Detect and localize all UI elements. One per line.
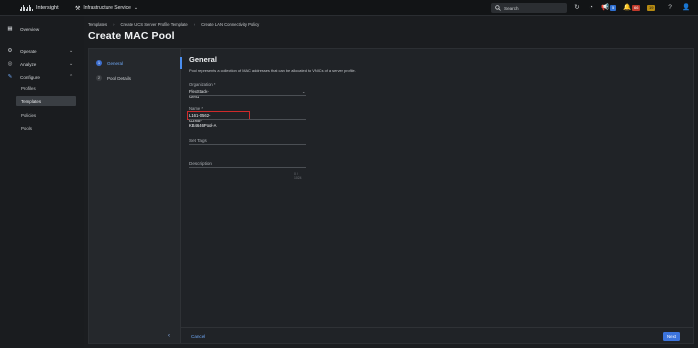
operate-icon: ⚙ (7, 48, 13, 54)
step-label: Pool Details (107, 75, 132, 81)
nav-overview[interactable]: ▦ Overview (0, 24, 84, 34)
section-title: General (189, 55, 217, 64)
nav-overview-label: Overview (20, 26, 40, 32)
step-pool-details[interactable]: 2 Pool Details (96, 74, 131, 82)
step-label: General (107, 60, 124, 66)
section-description: Pool represents a collection of MAC addr… (189, 68, 356, 73)
help-icon[interactable]: ? (666, 4, 674, 12)
next-button[interactable]: Next (663, 332, 680, 341)
step-number: 2 (96, 75, 102, 81)
wizard-panel: 1 General 2 Pool Details ‹ General Pool … (88, 48, 694, 344)
bell-icon[interactable]: 🔔 (623, 4, 631, 12)
chevron-left-icon[interactable]: ‹ (168, 333, 170, 339)
page-title: Create MAC Pool (88, 30, 175, 42)
left-nav: ▦ Overview ⚙ Operate ⌄ ◎ Analyze ⌄ ✎ Con… (0, 16, 84, 348)
nav-operate[interactable]: ⚙ Operate ⌄ (0, 46, 84, 56)
service-selector[interactable]: ⚒ Infrastructure Service ⌄ (75, 3, 138, 13)
nav-configure[interactable]: ✎ Configure ⌃ (0, 72, 84, 82)
nav-analyze-label: Analyze (20, 61, 37, 67)
description-underline (189, 167, 306, 168)
breadcrumb-separator: › (193, 22, 196, 27)
refresh-icon[interactable]: ↻ (573, 4, 581, 12)
breadcrumb-lan-connectivity[interactable]: Create LAN Connectivity Policy (201, 22, 259, 27)
organization-label: Organization * (189, 82, 216, 87)
step-number: 1 (96, 60, 102, 66)
nav-pools[interactable]: Pools (16, 123, 76, 133)
footer-divider (181, 327, 693, 328)
chevron-up-icon: ⌃ (69, 74, 74, 80)
description-counter: 0 / 1024 (294, 172, 302, 180)
nav-analyze[interactable]: ◎ Analyze ⌄ (0, 59, 84, 69)
search-icon (495, 5, 501, 11)
warning-alarm-badge[interactable]: 19 (647, 5, 656, 11)
user-icon[interactable]: 👤 (682, 4, 690, 12)
organization-underline (189, 95, 306, 96)
breadcrumb-templates[interactable]: Templates (88, 22, 107, 27)
wizard-steps: 1 General 2 Pool Details ‹ (89, 49, 181, 343)
chevron-down-icon: ⌄ (133, 5, 139, 11)
form-content: General Pool represents a collection of … (187, 55, 356, 180)
service-name: Infrastructure Service (83, 5, 131, 11)
organization-select[interactable]: FlexStack-Gen1 (189, 89, 217, 99)
search-placeholder: Search (504, 5, 519, 11)
announcement-icon[interactable]: 📢 (601, 4, 609, 12)
step-general[interactable]: 1 General (96, 59, 123, 67)
top-bar: Intersight ⚒ Infrastructure Service ⌄ Se… (0, 0, 698, 16)
nav-policies[interactable]: Policies (16, 110, 76, 120)
nav-templates[interactable]: Templates (16, 96, 76, 106)
grid-icon: ▦ (7, 26, 13, 32)
description-field[interactable]: Description (189, 161, 212, 166)
breadcrumb-server-profile-template[interactable]: Create UCS Server Profile Template (121, 22, 188, 27)
brand[interactable]: Intersight (20, 3, 59, 13)
brand-name: Intersight (36, 5, 59, 11)
notification-count[interactable]: 5 (610, 5, 617, 11)
search-input[interactable]: Search (491, 3, 567, 13)
nav-operate-label: Operate (20, 48, 37, 54)
breadcrumb: Templates › Create UCS Server Profile Te… (88, 22, 259, 27)
breadcrumb-separator: › (113, 22, 115, 27)
critical-alarm-badge[interactable]: 66 (632, 5, 641, 11)
nav-configure-label: Configure (20, 74, 40, 80)
name-field[interactable]: L161-0562-G2NS-KB4646Pool-A (189, 113, 217, 128)
chevron-down-icon: ⌄ (69, 61, 74, 67)
cancel-button[interactable]: Cancel (191, 334, 205, 339)
nav-profiles[interactable]: Profiles (16, 83, 76, 93)
analyze-icon: ◎ (7, 61, 13, 67)
set-tags-field[interactable]: Set Tags (189, 138, 207, 143)
tasks-icon[interactable]: ◔ (587, 4, 595, 12)
service-icon: ⚒ (75, 5, 81, 12)
wrench-icon: ✎ (7, 74, 13, 80)
set-tags-underline (189, 144, 306, 145)
chevron-down-icon: ⌄ (302, 90, 306, 94)
active-step-indicator (180, 57, 182, 69)
name-underline (189, 119, 306, 120)
chevron-down-icon: ⌄ (69, 48, 74, 54)
cisco-logo-icon (20, 5, 32, 11)
